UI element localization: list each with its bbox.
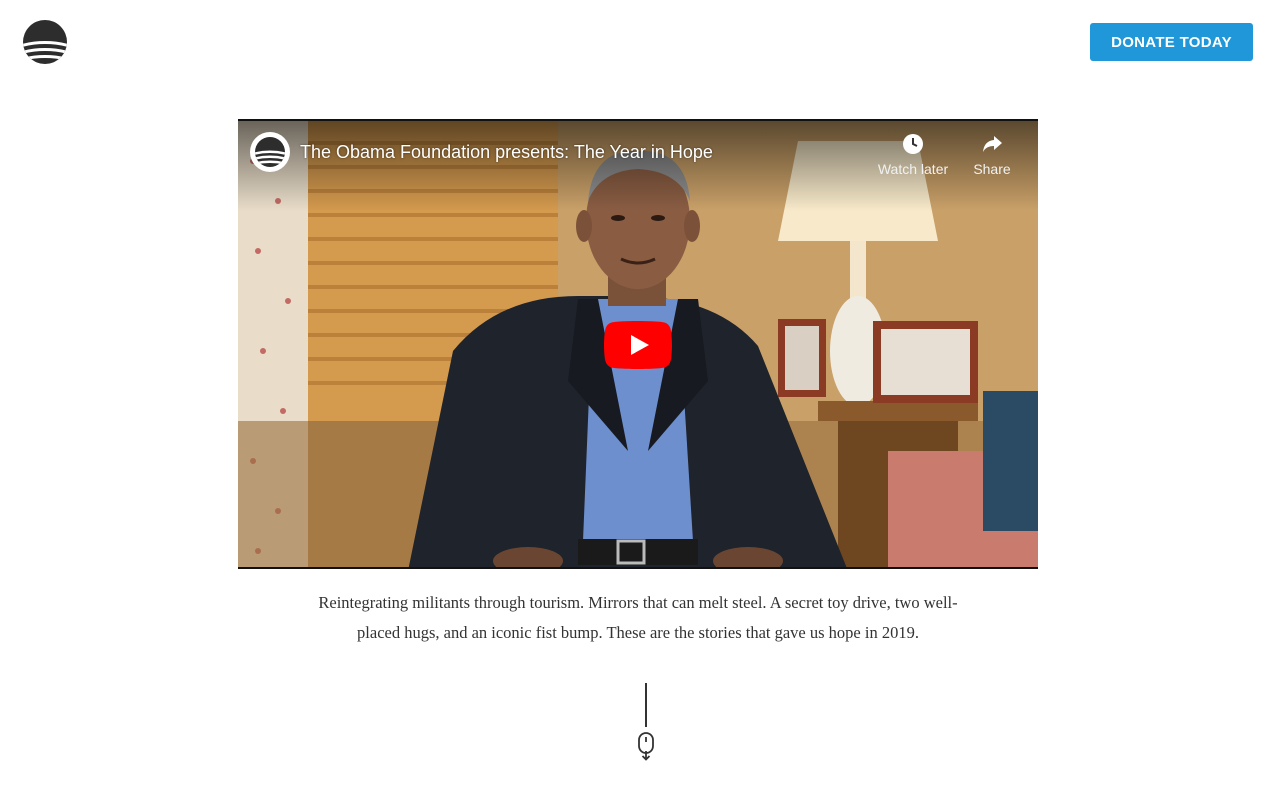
mouse-icon	[638, 732, 654, 761]
obama-foundation-logo[interactable]	[22, 19, 68, 65]
donate-button[interactable]: DONATE TODAY	[1090, 23, 1253, 61]
intro-paragraph: Reintegrating militants through tourism.…	[318, 593, 958, 642]
watch-later-button[interactable]: Watch later	[878, 133, 948, 177]
play-button[interactable]	[604, 321, 672, 369]
sunrise-logo-icon	[23, 20, 67, 64]
video-player[interactable]: The Obama Foundation presents: The Year …	[238, 119, 1038, 569]
youtube-play-icon	[604, 321, 672, 369]
channel-avatar[interactable]	[250, 132, 290, 172]
clock-icon	[903, 134, 923, 154]
share-label: Share	[973, 161, 1011, 177]
share-button[interactable]: Share	[962, 133, 1022, 177]
scroll-indicator-line	[645, 683, 647, 727]
share-arrow-icon	[983, 136, 1002, 152]
video-title[interactable]: The Obama Foundation presents: The Year …	[300, 142, 713, 163]
scroll-mouse-icon[interactable]	[636, 731, 656, 761]
watch-later-label: Watch later	[877, 161, 949, 177]
sunrise-logo-icon	[255, 137, 285, 167]
